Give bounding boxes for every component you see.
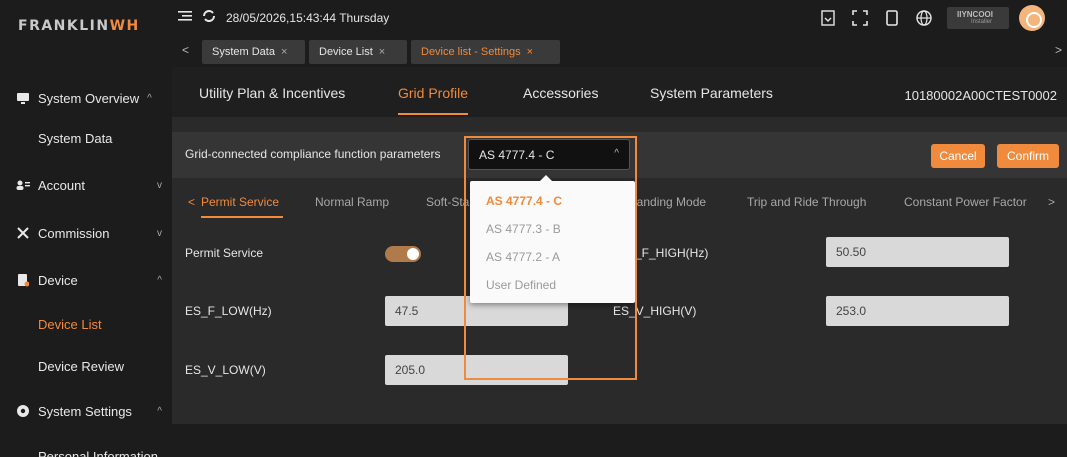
settings-nav: Utility Plan & Incentives Grid Profile A…	[172, 67, 1067, 117]
dropdown-option[interactable]: User Defined	[486, 278, 556, 292]
open-tab-device-list[interactable]: Device List ×	[309, 40, 407, 64]
open-tab-device-list-settings[interactable]: Device list - Settings ×	[411, 40, 560, 64]
active-function-tab-indicator	[201, 216, 283, 218]
tab-grid-profile[interactable]: Grid Profile	[398, 85, 468, 101]
tab-system-parameters[interactable]: System Parameters	[650, 85, 773, 101]
sidebar-item-label: Commission	[38, 225, 110, 241]
open-tabs-bar: < System Data × Device List × Device list …	[172, 36, 1067, 67]
mobile-icon[interactable]	[883, 9, 901, 27]
compliance-standard-select[interactable]: AS 4777.4 - C ^	[468, 139, 630, 170]
fullscreen-icon[interactable]	[851, 9, 869, 27]
sidebar-item-device[interactable]: Device ^	[0, 260, 172, 300]
permit-service-label: Permit Service	[185, 246, 264, 260]
dropdown-option[interactable]: AS 4777.3 - B	[486, 222, 561, 236]
globe-icon[interactable]	[915, 9, 933, 27]
sidebar-item-personal-information[interactable]: Personal Information	[0, 436, 172, 457]
top-bar: 28/05/2026,15:43:44 Thursday IIYNCOOI In…	[172, 0, 1067, 36]
brand-logo: FRANKLINWH	[18, 18, 140, 34]
active-tab-indicator	[398, 113, 468, 115]
open-tab-label: System Data	[212, 46, 275, 58]
dropdown-option[interactable]: AS 4777.4 - C	[486, 194, 562, 208]
tab-utility-plan[interactable]: Utility Plan & Incentives	[199, 85, 345, 101]
function-tab-soft-start[interactable]: Soft-Sta	[426, 195, 469, 209]
select-value: AS 4777.4 - C	[479, 148, 555, 162]
device-icon	[16, 273, 30, 287]
function-tab-trip-ride-through[interactable]: Trip and Ride Through	[747, 195, 866, 209]
es-v-low-input[interactable]: 205.0	[385, 355, 568, 385]
chevron-up-icon: ^	[147, 92, 152, 104]
close-icon[interactable]: ×	[379, 46, 385, 58]
user-badge-role: Installer	[971, 19, 993, 25]
sidebar-item-device-review[interactable]: Device Review	[0, 346, 172, 386]
function-tab-constant-power-factor[interactable]: Constant Power Factor	[904, 195, 1027, 209]
tools-icon	[16, 226, 30, 240]
es-f-high-input[interactable]: 50.50	[826, 237, 1009, 267]
es-f-low-label: ES_F_LOW(Hz)	[185, 304, 272, 318]
permit-service-toggle[interactable]	[385, 246, 421, 262]
function-tab-normal-ramp[interactable]: Normal Ramp	[315, 195, 389, 209]
user-badge: IIYNCOOI Installer	[947, 7, 1009, 29]
avatar[interactable]	[1019, 5, 1045, 31]
sidebar-item-label: System Data	[38, 130, 113, 146]
close-icon[interactable]: ×	[281, 46, 287, 58]
open-tab-label: Device list - Settings	[421, 46, 521, 58]
sidebar: FRANKLINWH System Overview ^ System Data…	[0, 0, 172, 457]
footer-strip	[172, 424, 1067, 457]
compliance-params-row: Grid-connected compliance function param…	[172, 132, 1067, 178]
open-tab-system-data[interactable]: System Data ×	[202, 40, 305, 64]
refresh-icon[interactable]	[202, 9, 216, 26]
sidebar-item-commission[interactable]: Commission v	[0, 213, 172, 253]
es-v-low-label: ES_V_LOW(V)	[185, 363, 266, 377]
datetime-text: 28/05/2026,15:43:44 Thursday	[226, 10, 390, 25]
close-icon[interactable]: ×	[527, 46, 533, 58]
chevron-up-icon: ^	[157, 274, 162, 286]
sidebar-item-label: Device	[38, 272, 78, 288]
function-tab-islanding-mode[interactable]: landing Mode	[634, 195, 706, 209]
function-tab-scroll-left-icon[interactable]: <	[188, 195, 195, 209]
chevron-up-icon: ^	[614, 148, 619, 159]
tabs-scroll-right-icon[interactable]: >	[1055, 43, 1062, 57]
monitor-icon	[16, 91, 30, 105]
tab-accessories[interactable]: Accessories	[523, 85, 598, 101]
sidebar-item-account[interactable]: Account v	[0, 165, 172, 205]
sidebar-item-label: Account	[38, 177, 85, 193]
es-v-high-label: ES_V_HIGH(V)	[613, 304, 697, 318]
dropdown-option[interactable]: AS 4777.2 - A	[486, 250, 560, 264]
function-tab-permit-service[interactable]: Permit Service	[201, 195, 279, 209]
account-icon	[16, 178, 30, 192]
user-badge-name: IIYNCOOI	[957, 10, 994, 19]
sidebar-item-system-data[interactable]: System Data	[0, 118, 172, 158]
sidebar-item-system-settings[interactable]: System Settings ^	[0, 391, 172, 431]
sidebar-item-label: Personal Information	[38, 448, 158, 457]
sidebar-item-label: System Settings	[38, 403, 132, 419]
sidebar-item-system-overview[interactable]: System Overview ^	[0, 78, 172, 118]
function-tab-scroll-right-icon[interactable]: >	[1048, 195, 1055, 209]
cancel-button[interactable]: Cancel	[931, 144, 985, 168]
device-serial: 10180002A00CTEST0002	[904, 88, 1057, 103]
sidebar-item-label: Device List	[38, 316, 102, 332]
export-icon[interactable]	[819, 9, 837, 27]
es-f-high-label: _F_HIGH(Hz)	[635, 246, 709, 260]
sidebar-item-label: Device Review	[38, 358, 124, 374]
compliance-standard-dropdown: AS 4777.4 - C AS 4777.3 - B AS 4777.2 - …	[470, 175, 635, 303]
compliance-params-label: Grid-connected compliance function param…	[185, 147, 441, 161]
chevron-up-icon: ^	[157, 405, 162, 417]
tabs-scroll-left-icon[interactable]: <	[182, 43, 189, 57]
gear-icon	[16, 404, 30, 418]
sidebar-item-device-list[interactable]: Device List	[0, 304, 172, 344]
chevron-down-icon: v	[157, 179, 162, 191]
chevron-down-icon: v	[157, 227, 162, 239]
sidebar-item-label: System Overview	[38, 90, 140, 106]
open-tab-label: Device List	[319, 46, 373, 58]
collapse-menu-icon[interactable]	[178, 10, 192, 25]
confirm-button[interactable]: Confirm	[997, 144, 1059, 168]
es-v-high-input[interactable]: 253.0	[826, 296, 1009, 326]
